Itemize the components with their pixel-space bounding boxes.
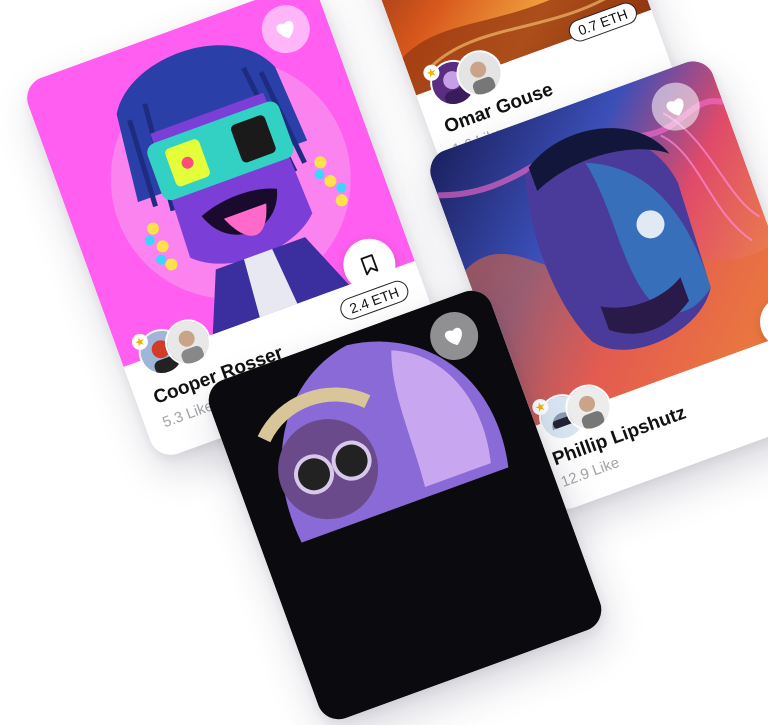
heart-icon — [276, 20, 294, 39]
heart-icon — [444, 327, 462, 346]
heart-icon — [666, 98, 684, 116]
nft-gallery: ★ 0.7 ETH Omar Gouse 1.6 Like — [0, 0, 768, 725]
